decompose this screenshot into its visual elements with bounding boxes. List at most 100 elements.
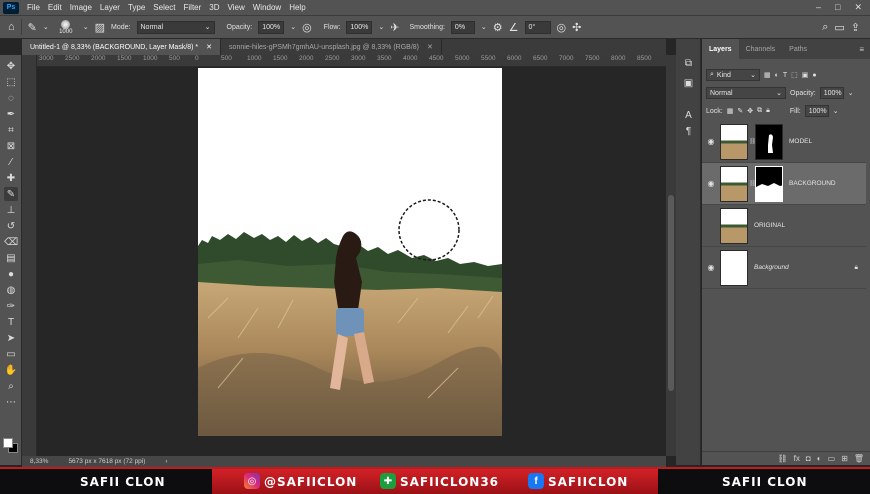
chevron-down-icon[interactable]: ⌄: [83, 23, 89, 31]
adjustment-layer-icon[interactable]: ◐: [817, 454, 822, 463]
search-icon[interactable]: ⌕: [822, 21, 828, 34]
brush-preset-picker[interactable]: 1000: [55, 19, 77, 35]
properties-icon[interactable]: ▣: [682, 77, 695, 90]
menu-view[interactable]: View: [224, 3, 249, 12]
dodge-tool-icon[interactable]: ◍: [4, 283, 18, 297]
gear-icon[interactable]: ⚙: [493, 21, 503, 34]
foreground-color-swatch[interactable]: [3, 438, 13, 448]
symmetry-icon[interactable]: ✣: [572, 21, 581, 34]
app-logo[interactable]: Ps: [3, 1, 19, 14]
filter-toggle-icon[interactable]: ●: [812, 72, 816, 79]
gradient-tool-icon[interactable]: ▤: [4, 251, 18, 265]
chevron-down-icon[interactable]: ⌄: [848, 89, 854, 97]
lasso-tool-icon[interactable]: ◌: [4, 91, 18, 105]
chevron-down-icon[interactable]: ⌄: [290, 23, 296, 31]
mask-link-icon[interactable]: ⛓: [749, 180, 757, 187]
lock-all-icon[interactable]: 🔒︎: [766, 107, 770, 115]
chevron-right-icon[interactable]: ›: [165, 458, 167, 465]
mode-select[interactable]: Normal ⌄: [136, 20, 215, 34]
layer-opacity-input[interactable]: 100%: [819, 87, 844, 99]
more-tools-icon[interactable]: ⋯: [4, 395, 18, 409]
chevron-down-icon[interactable]: ⌄: [378, 23, 384, 31]
eyedropper-tool-icon[interactable]: ⁄: [4, 155, 18, 169]
new-layer-icon[interactable]: ⊞: [841, 454, 848, 463]
fx-icon[interactable]: fx: [794, 454, 800, 463]
layer-thumbnail[interactable]: [720, 249, 748, 286]
chevron-down-icon[interactable]: ⌄: [833, 107, 839, 115]
layer-mask-thumbnail[interactable]: [755, 123, 783, 160]
layer-row-original[interactable]: ◉ ORIGINAL: [702, 205, 866, 247]
menu-layer[interactable]: Layer: [96, 3, 124, 12]
layer-row-model[interactable]: ◉ ⛓ MODEL: [702, 121, 866, 163]
marquee-tool-icon[interactable]: ⬚: [4, 75, 18, 89]
filter-adjustment-icon[interactable]: ◐: [775, 72, 779, 79]
crop-tool-icon[interactable]: ⌗: [4, 123, 18, 137]
opacity-input[interactable]: 100%: [258, 20, 285, 34]
layer-name[interactable]: Background: [754, 264, 789, 271]
link-layers-icon[interactable]: ⛓: [778, 454, 788, 463]
close-icon[interactable]: ✕: [854, 2, 862, 13]
close-icon[interactable]: ✕: [206, 43, 212, 51]
lock-transparent-icon[interactable]: ▦: [727, 107, 734, 115]
airbrush-icon[interactable]: ✈: [390, 21, 399, 34]
eraser-tool-icon[interactable]: ⌫: [4, 235, 18, 249]
layer-name[interactable]: MODEL: [789, 138, 812, 145]
filter-type-icon[interactable]: T: [783, 72, 787, 79]
workspace-icon[interactable]: ▭: [834, 21, 844, 34]
menu-window[interactable]: Window: [249, 3, 285, 12]
lock-image-icon[interactable]: ✎: [737, 107, 743, 115]
layer-thumbnail[interactable]: [720, 207, 748, 244]
quick-select-tool-icon[interactable]: ✒: [4, 107, 18, 121]
lock-position-icon[interactable]: ✥: [747, 107, 753, 115]
smoothing-input[interactable]: 0%: [450, 20, 475, 34]
brush-tool-icon[interactable]: ✎: [4, 187, 18, 201]
shape-tool-icon[interactable]: ▭: [4, 347, 18, 361]
eye-icon[interactable]: ◉: [702, 263, 720, 272]
brush-settings-icon[interactable]: ▨: [95, 21, 105, 34]
blend-mode-select[interactable]: Normal ⌄: [706, 87, 786, 99]
close-icon[interactable]: ✕: [427, 43, 433, 51]
layer-name[interactable]: ORIGINAL: [754, 222, 785, 229]
share-icon[interactable]: ⇪: [851, 21, 860, 34]
character-icon[interactable]: A: [682, 109, 695, 122]
pressure-size-icon[interactable]: ◎: [557, 21, 567, 34]
menu-filter[interactable]: Filter: [180, 3, 206, 12]
menu-edit[interactable]: Edit: [44, 3, 66, 12]
layer-row-background[interactable]: ◉ Background 🔒︎: [702, 247, 866, 289]
home-icon[interactable]: ⌂: [8, 21, 15, 33]
tab-paths[interactable]: Paths: [782, 39, 814, 59]
eye-hidden-icon[interactable]: ◉: [702, 221, 720, 230]
menu-file[interactable]: File: [23, 3, 44, 12]
path-select-tool-icon[interactable]: ➤: [4, 331, 18, 345]
menu-help[interactable]: Help: [285, 3, 309, 12]
tab-untitled-1[interactable]: Untitled-1 @ 8,33% (BACKGROUND, Layer Ma…: [22, 39, 222, 55]
brush-tool-icon[interactable]: ✎: [28, 21, 37, 34]
history-brush-tool-icon[interactable]: ↺: [4, 219, 18, 233]
frame-tool-icon[interactable]: ⊠: [4, 139, 18, 153]
pressure-opacity-icon[interactable]: ◎: [302, 21, 312, 34]
healing-tool-icon[interactable]: ✚: [4, 171, 18, 185]
zoom-level[interactable]: 8,33%: [30, 458, 48, 465]
blur-tool-icon[interactable]: ●: [4, 267, 18, 281]
document-canvas[interactable]: [198, 68, 502, 436]
trash-icon[interactable]: 🗑︎: [854, 454, 864, 463]
menu-type[interactable]: Type: [124, 3, 149, 12]
new-group-icon[interactable]: ▭: [828, 454, 836, 463]
type-tool-icon[interactable]: T: [4, 315, 18, 329]
stamp-tool-icon[interactable]: ⊥: [4, 203, 18, 217]
vertical-scrollbar[interactable]: [666, 55, 676, 456]
pen-tool-icon[interactable]: ✑: [4, 299, 18, 313]
add-mask-icon[interactable]: ◘: [806, 454, 811, 463]
tab-unsplash-image[interactable]: sonnie-hiles-gPSMh7gmhAU-unsplash.jpg @ …: [221, 39, 442, 55]
hand-tool-icon[interactable]: ✋: [4, 363, 18, 377]
chevron-down-icon[interactable]: ⌄: [481, 23, 487, 31]
maximize-icon[interactable]: □: [835, 2, 840, 13]
layer-name[interactable]: BACKGROUND: [789, 180, 836, 187]
tab-layers[interactable]: Layers: [702, 39, 739, 59]
move-tool-icon[interactable]: ✥: [4, 59, 18, 73]
layer-mask-thumbnail[interactable]: [755, 165, 783, 202]
layer-thumbnail[interactable]: [720, 165, 748, 202]
menu-image[interactable]: Image: [66, 3, 96, 12]
eye-icon[interactable]: ◉: [702, 137, 720, 146]
zoom-tool-icon[interactable]: ⌕: [4, 379, 18, 393]
